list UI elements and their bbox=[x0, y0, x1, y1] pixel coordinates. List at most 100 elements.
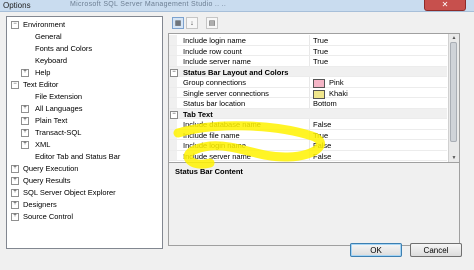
expand-icon[interactable]: + bbox=[11, 177, 19, 185]
tree-item[interactable]: + SQL Server Object Explorer bbox=[7, 187, 160, 198]
tree-item[interactable]: + XML bbox=[7, 139, 160, 150]
tree-item[interactable]: + All Languages bbox=[7, 103, 160, 114]
window-title: Options bbox=[3, 1, 31, 10]
expand-icon[interactable]: + bbox=[21, 129, 29, 137]
expand-icon[interactable]: + bbox=[21, 69, 29, 77]
alphabetical-icon[interactable]: ↓ bbox=[186, 17, 198, 29]
property-name: Status bar location bbox=[183, 99, 246, 108]
property-name: Include login name bbox=[183, 36, 246, 45]
color-swatch bbox=[313, 89, 325, 99]
property-row[interactable]: Include database name False bbox=[169, 119, 447, 130]
tree-item-label: Help bbox=[35, 68, 51, 77]
tree-item[interactable]: General bbox=[7, 31, 160, 42]
property-value[interactable]: False bbox=[313, 120, 331, 129]
column-separator bbox=[309, 119, 310, 129]
tree-item[interactable]: − Text Editor bbox=[7, 79, 160, 90]
property-value[interactable]: Pink bbox=[329, 78, 344, 87]
tree-item-label: Keyboard bbox=[35, 56, 68, 65]
collapse-icon[interactable]: − bbox=[170, 68, 178, 77]
property-value[interactable]: True bbox=[313, 131, 328, 140]
tree-item[interactable]: + Help bbox=[7, 67, 160, 78]
expand-icon[interactable]: + bbox=[21, 141, 29, 149]
cancel-button[interactable]: Cancel bbox=[410, 243, 462, 257]
tree-item[interactable]: File Extension bbox=[7, 91, 160, 102]
expand-icon[interactable]: + bbox=[11, 165, 19, 173]
column-separator bbox=[309, 56, 310, 66]
property-category-row[interactable]: − Tab Text bbox=[169, 108, 447, 119]
scroll-up-icon[interactable]: ▲ bbox=[449, 34, 459, 42]
collapse-icon[interactable]: − bbox=[11, 81, 19, 89]
tree-item[interactable]: Keyboard bbox=[7, 55, 160, 66]
property-value[interactable]: True bbox=[313, 57, 328, 66]
column-separator bbox=[309, 98, 310, 108]
category-name: Status Bar Layout and Colors bbox=[183, 67, 289, 77]
tree-item-label: Query Execution bbox=[23, 164, 79, 173]
categorized-icon[interactable]: ▦ bbox=[172, 17, 184, 29]
property-name: Include login name bbox=[183, 141, 246, 150]
tree-item[interactable]: − Environment bbox=[7, 19, 160, 30]
property-row[interactable]: Include server name False bbox=[169, 150, 447, 161]
category-name: Tab Text bbox=[183, 109, 213, 119]
column-separator bbox=[309, 77, 310, 87]
property-row[interactable]: Group connections Pink bbox=[169, 77, 447, 88]
tree-item-label: XML bbox=[35, 140, 51, 149]
property-row[interactable]: Include file name True bbox=[169, 129, 447, 140]
expand-icon[interactable]: + bbox=[11, 189, 19, 197]
property-value[interactable]: True bbox=[313, 47, 328, 56]
tree-item[interactable]: + Query Results bbox=[7, 175, 160, 186]
row-gutter bbox=[169, 119, 177, 129]
property-grid[interactable]: Include server name False Include login na… bbox=[168, 33, 460, 163]
tree-item-label: Text Editor bbox=[23, 80, 59, 89]
collapse-icon[interactable]: − bbox=[170, 110, 178, 119]
options-content-panel: ▦ ↓ ▤ Include server name False Include lo… bbox=[168, 16, 460, 246]
property-row[interactable]: Include row count True bbox=[169, 45, 447, 56]
tree-item[interactable]: + Query Execution bbox=[7, 163, 160, 174]
expand-icon[interactable]: + bbox=[11, 213, 19, 221]
ok-button[interactable]: OK bbox=[350, 243, 402, 257]
property-row[interactable]: Status bar location Bottom bbox=[169, 98, 447, 109]
tree-item[interactable]: + Plain Text bbox=[7, 115, 160, 126]
property-row[interactable]: Include login name False bbox=[169, 140, 447, 151]
collapse-icon[interactable]: − bbox=[11, 21, 19, 29]
column-separator bbox=[309, 45, 310, 55]
property-category-row[interactable]: − Status Bar Layout and Colors bbox=[169, 66, 447, 77]
scroll-down-icon[interactable]: ▼ bbox=[449, 154, 459, 162]
column-separator bbox=[309, 87, 310, 97]
property-row[interactable]: Include login name True bbox=[169, 35, 447, 46]
description-pane: Status Bar Content bbox=[168, 162, 460, 246]
property-value[interactable]: True bbox=[313, 36, 328, 45]
expand-icon[interactable]: + bbox=[21, 117, 29, 125]
scrollbar-thumb[interactable] bbox=[450, 42, 457, 142]
tree-item-label: Query Results bbox=[23, 176, 71, 185]
property-pages-icon[interactable]: ▤ bbox=[206, 17, 218, 29]
expand-icon[interactable]: + bbox=[21, 105, 29, 113]
close-icon[interactable]: ✕ bbox=[424, 0, 466, 11]
property-row[interactable]: Include server name True bbox=[169, 56, 447, 67]
tree-item[interactable]: + Transact-SQL bbox=[7, 127, 160, 138]
row-gutter bbox=[169, 98, 177, 108]
row-gutter bbox=[169, 87, 177, 97]
title-bar: Options Microsoft SQL Server Management … bbox=[0, 0, 474, 12]
column-separator bbox=[309, 150, 310, 160]
property-value[interactable]: False bbox=[313, 141, 331, 150]
options-tree[interactable]: − Environment General Fonts and Colors Keybo… bbox=[6, 16, 163, 249]
tree-item-label: SQL Server Object Explorer bbox=[23, 188, 116, 197]
property-grid-scrollbar[interactable]: ▲ ▼ bbox=[448, 34, 459, 162]
color-swatch bbox=[313, 79, 325, 88]
property-value[interactable]: Bottom bbox=[313, 99, 337, 108]
expand-icon[interactable]: + bbox=[11, 201, 19, 209]
row-gutter bbox=[169, 35, 177, 45]
tree-item[interactable]: Fonts and Colors bbox=[7, 43, 160, 54]
property-name: Include server name bbox=[183, 151, 251, 161]
property-value[interactable]: False bbox=[313, 152, 331, 161]
property-row[interactable]: Single server connections Khaki bbox=[169, 87, 447, 99]
tree-item[interactable]: + Source Control bbox=[7, 211, 160, 222]
column-separator bbox=[309, 35, 310, 45]
property-value[interactable]: Khaki bbox=[329, 89, 348, 98]
tree-item-label: Designers bbox=[23, 200, 57, 209]
row-gutter bbox=[169, 56, 177, 66]
property-name: Include database name bbox=[183, 120, 261, 129]
row-gutter bbox=[169, 45, 177, 55]
tree-item[interactable]: Editor Tab and Status Bar bbox=[7, 151, 160, 162]
tree-item[interactable]: + Designers bbox=[7, 199, 160, 210]
